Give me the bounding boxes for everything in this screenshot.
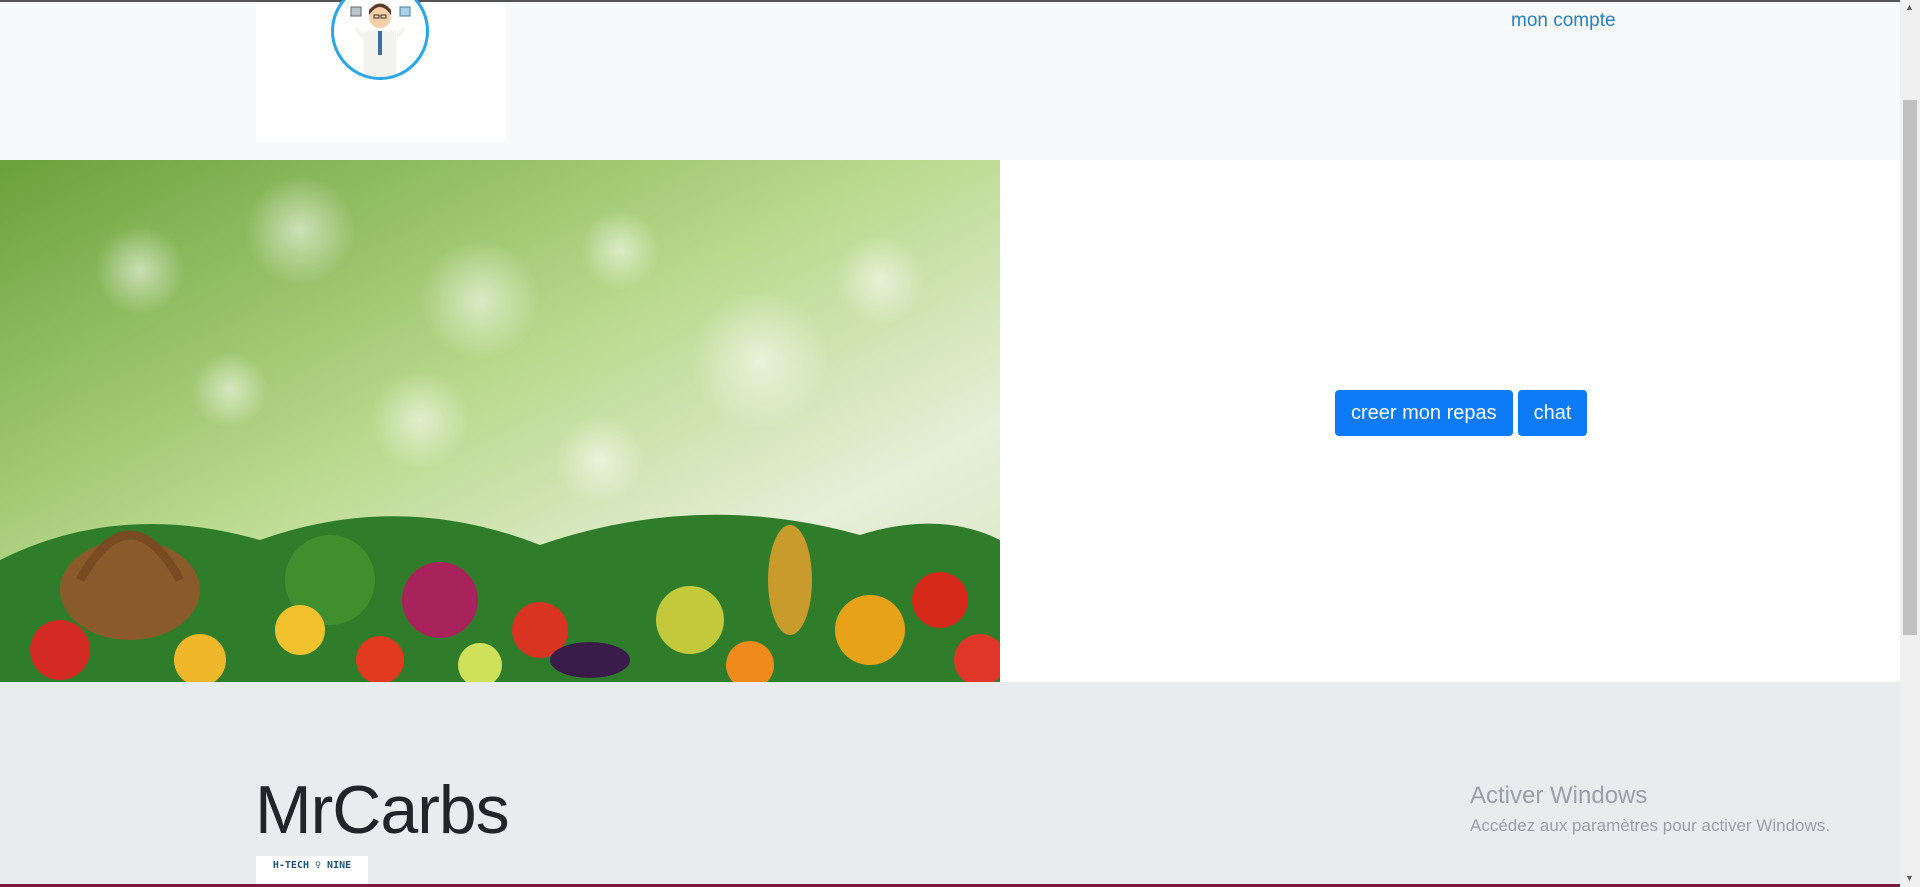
scroll-down-arrow-icon[interactable]: ▼ (1905, 873, 1914, 883)
doctor-avatar-icon (331, 0, 429, 80)
site-logo[interactable] (256, 0, 506, 142)
scroll-up-arrow-icon[interactable]: ▲ (1905, 2, 1914, 12)
chat-button[interactable]: chat (1517, 390, 1588, 436)
watermark-title: Activer Windows (1470, 782, 1648, 809)
hero-fruits-vegetables-image (0, 160, 1000, 682)
footer: MrCarbs H-TECH ♀ NINE Activer Windows Ac… (0, 682, 1900, 885)
hero-actions: creer mon repas chat (1335, 390, 1588, 436)
navbar: mon compte (0, 0, 1900, 160)
brand-title: MrCarbs (255, 772, 510, 848)
hero-section: creer mon repas chat (0, 160, 1900, 682)
scrollbar-thumb[interactable] (1903, 100, 1917, 635)
brand-logo: H-TECH ♀ NINE (256, 856, 368, 885)
page-scrollbar[interactable]: ▲ ▼ (1900, 0, 1920, 887)
windows-activation-watermark: Activer Windows Accédez aux paramètres p… (1470, 782, 1830, 836)
watermark-subtitle: Accédez aux paramètres pour activer Wind… (1470, 816, 1830, 835)
account-link[interactable]: mon compte (1511, 10, 1616, 32)
create-meal-button[interactable]: creer mon repas (1335, 390, 1513, 436)
